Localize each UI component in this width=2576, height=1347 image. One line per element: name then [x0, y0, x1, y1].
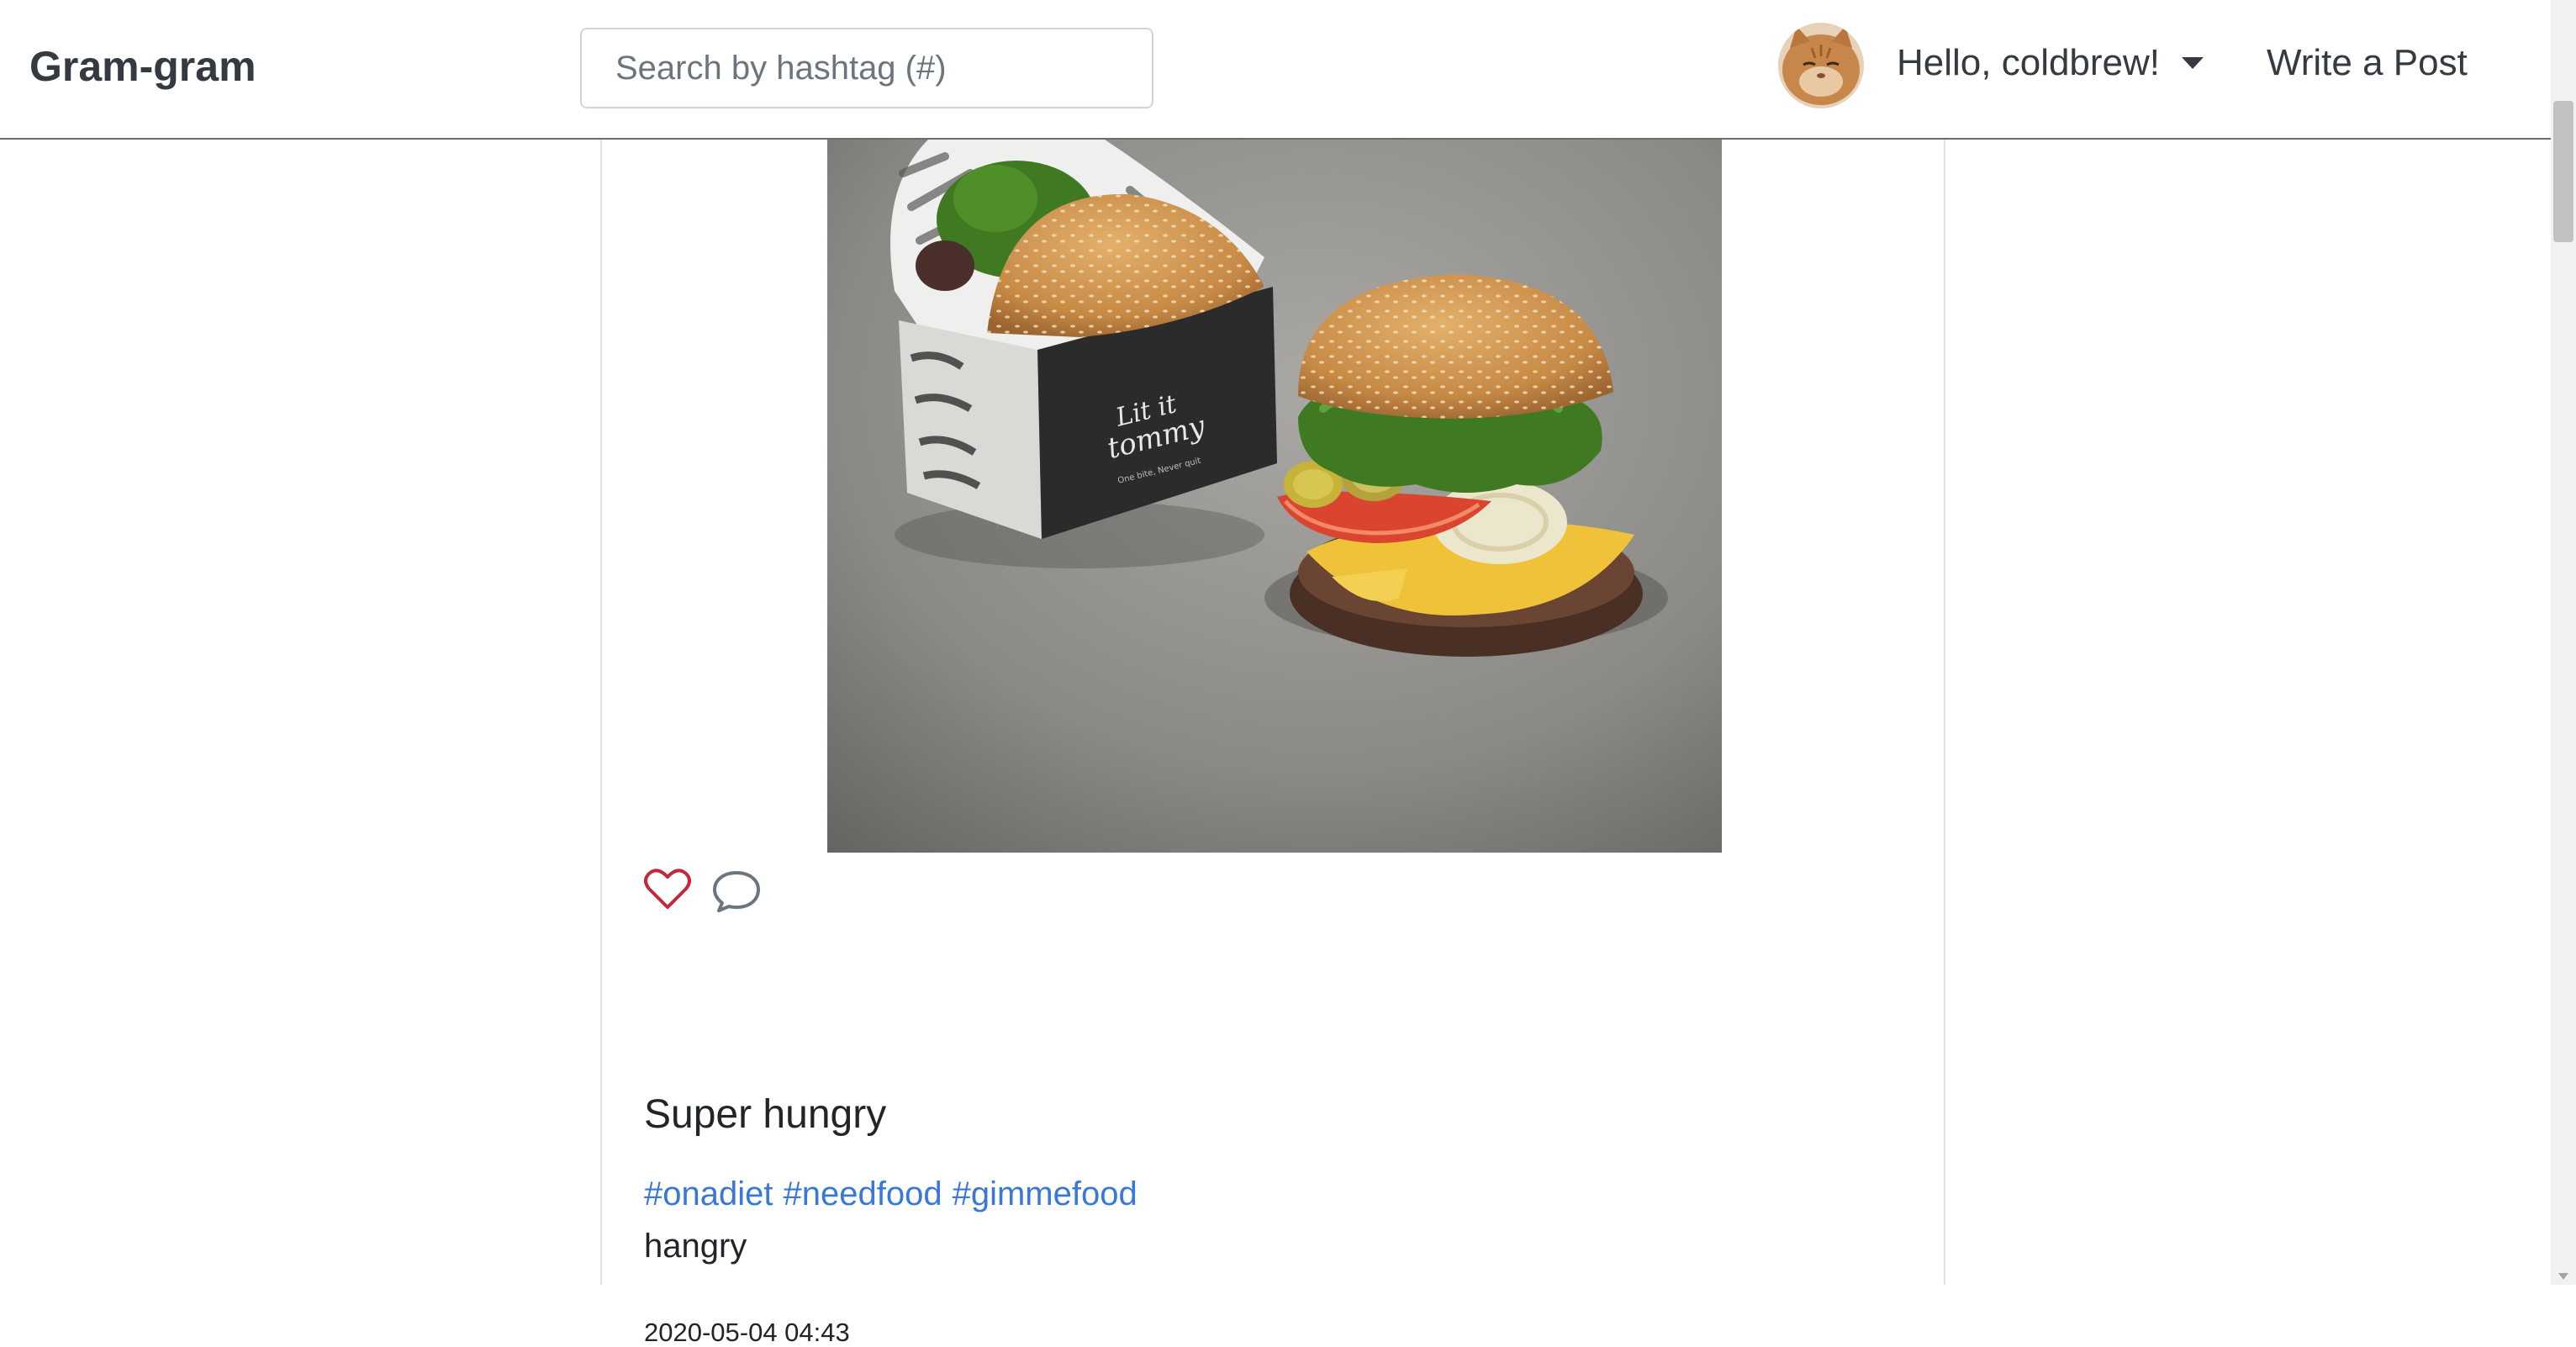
post-image: Lit it tommy One bite, Never quit [827, 140, 1722, 853]
hashtag-link-gimmefood[interactable]: #gimmefood [953, 1175, 1138, 1212]
scroll-down-arrow-icon[interactable] [2558, 1273, 2568, 1280]
hashtag-search-input[interactable] [580, 28, 1153, 108]
user-avatar[interactable] [1778, 23, 1864, 108]
burger-photo: Lit it tommy One bite, Never quit [827, 140, 1722, 853]
like-button[interactable] [644, 867, 691, 915]
post-card: Lit it tommy One bite, Never quit Super … [600, 140, 1945, 1345]
post-body: hangry [644, 1228, 747, 1265]
comment-button[interactable] [711, 869, 762, 917]
user-greeting: Hello, coldbrew! [1897, 42, 2161, 83]
brand-logo-link[interactable]: Gram-gram [29, 42, 256, 91]
hashtag-link-onadiet[interactable]: #onadiet [644, 1175, 773, 1212]
chat-bubble-icon [713, 871, 760, 912]
post-actions [644, 864, 762, 917]
user-dropdown-toggle[interactable]: Hello, coldbrew! [1897, 42, 2204, 84]
scrollbar-thumb[interactable] [2553, 101, 2573, 242]
hashtag-link-needfood[interactable]: #needfood [783, 1175, 942, 1212]
heart-outline-icon [644, 869, 691, 909]
post-timestamp: 2020-05-04 04:43 [644, 1318, 850, 1347]
post-hashtags: #onadiet #needfood #gimmefood [644, 1177, 1148, 1211]
cat-avatar-image [1778, 23, 1864, 108]
caret-down-icon [2182, 57, 2204, 69]
page-scrollbar[interactable] [2551, 0, 2576, 1285]
write-post-link[interactable]: Write a Post [2267, 42, 2468, 84]
top-navbar: Gram-gram Hello, coldbrew! Write a Post [0, 0, 2551, 140]
post-title: Super hungry [644, 1092, 887, 1137]
